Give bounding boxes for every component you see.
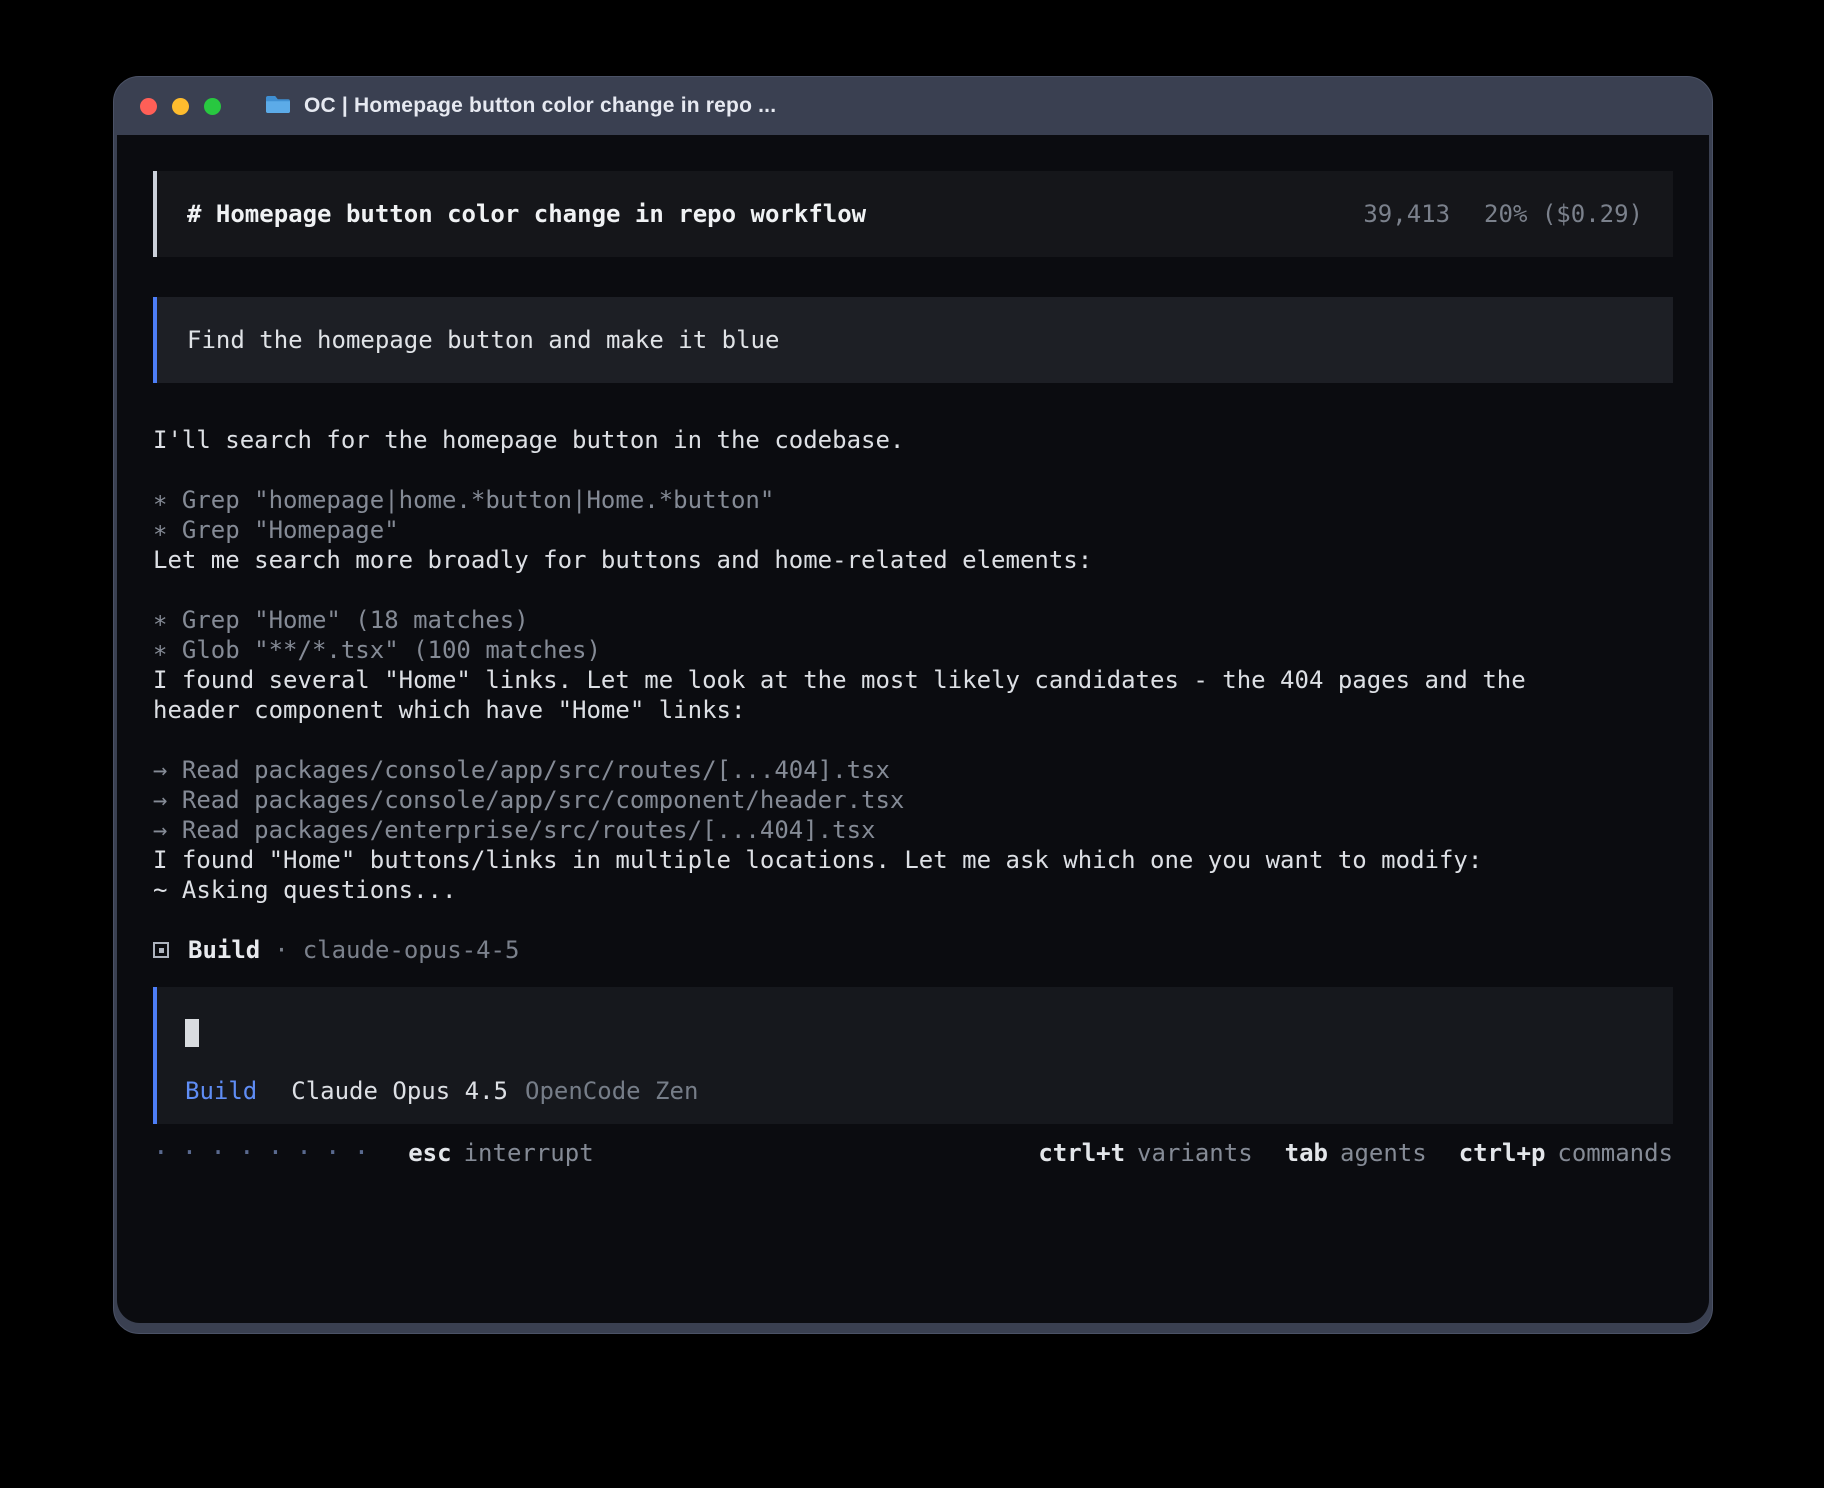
input-meta: Build Claude Opus 4.5 OpenCode Zen — [185, 1076, 1645, 1106]
shortcut-variants: ctrl+t variants — [1038, 1138, 1252, 1168]
assistant-text: Let me search more broadly for buttons a… — [153, 545, 1595, 575]
mode-label: Build — [185, 1076, 257, 1106]
session-stats: 39,413 20% ($0.29) — [1363, 199, 1643, 229]
provider-label: OpenCode Zen — [525, 1076, 698, 1106]
shortcut-agents: tab agents — [1285, 1138, 1427, 1168]
text-cursor — [185, 1019, 199, 1047]
user-message-text: Find the homepage button and make it blu… — [187, 326, 779, 354]
tool-call-group: ∗ Grep "Home" (18 matches) ∗ Glob "**/*.… — [153, 605, 1595, 665]
esc-label: interrupt — [464, 1138, 594, 1168]
status-bar-shortcuts: ctrl+t variants tab agents ctrl+p comman… — [1038, 1138, 1673, 1168]
tool-call-read: → Read packages/console/app/src/routes/[… — [153, 755, 1595, 785]
session-title: # Homepage button color change in repo w… — [187, 199, 866, 229]
shortcut-label: variants — [1137, 1138, 1253, 1168]
traffic-lights — [140, 98, 221, 115]
assistant-text: I found several "Home" links. Let me loo… — [153, 665, 1595, 725]
token-count: 39,413 — [1363, 199, 1450, 229]
prompt-input-line[interactable] — [185, 1019, 1645, 1047]
tool-call-read: → Read packages/console/app/src/componen… — [153, 785, 1595, 815]
assistant-text: I'll search for the homepage button in t… — [153, 425, 1595, 455]
shortcut-label: agents — [1340, 1138, 1427, 1168]
context-usage: 20% ($0.29) — [1484, 199, 1643, 229]
session-header: # Homepage button color change in repo w… — [153, 171, 1673, 257]
close-button[interactable] — [140, 98, 157, 115]
prompt-input[interactable]: Build Claude Opus 4.5 OpenCode Zen — [153, 987, 1673, 1124]
agent-name: Build — [188, 935, 260, 965]
tool-call-grep: ∗ Grep "Homepage" — [153, 515, 1595, 545]
tool-call-grep: ∗ Grep "Home" (18 matches) — [153, 605, 1595, 635]
tool-call-group: → Read packages/console/app/src/routes/[… — [153, 755, 1595, 845]
esc-key: esc — [408, 1138, 451, 1168]
status-bar: ········ esc interrupt ctrl+t variants t… — [153, 1138, 1673, 1168]
terminal-window: OC | Homepage button color change in rep… — [113, 76, 1713, 1334]
spinner-dots: ········ — [153, 1138, 382, 1168]
titlebar[interactable]: OC | Homepage button color change in rep… — [114, 77, 1712, 135]
minimize-button[interactable] — [172, 98, 189, 115]
status-text: ~ Asking questions... — [153, 875, 1595, 905]
model-label: Claude Opus 4.5 — [291, 1076, 508, 1106]
agent-icon — [153, 942, 169, 958]
shortcut-label: commands — [1557, 1138, 1673, 1168]
window-title: OC | Homepage button color change in rep… — [304, 94, 776, 118]
tool-call-group: ∗ Grep "homepage|home.*button|Home.*butt… — [153, 485, 1595, 545]
shortcut-key: ctrl+p — [1459, 1138, 1546, 1168]
shortcut-key: tab — [1285, 1138, 1328, 1168]
tool-call-glob: ∗ Glob "**/*.tsx" (100 matches) — [153, 635, 1595, 665]
shortcut-commands: ctrl+p commands — [1459, 1138, 1673, 1168]
agent-row: Build · claude-opus-4-5 — [153, 935, 1595, 965]
tool-call-read: → Read packages/enterprise/src/routes/[.… — [153, 815, 1595, 845]
conversation: I'll search for the homepage button in t… — [153, 425, 1595, 965]
agent-model: claude-opus-4-5 — [303, 935, 520, 965]
terminal-content: # Homepage button color change in repo w… — [117, 135, 1709, 1323]
shortcut-key: ctrl+t — [1038, 1138, 1125, 1168]
dot-separator: · — [274, 935, 288, 965]
status-bar-left: ········ esc interrupt — [153, 1138, 594, 1168]
tool-call-grep: ∗ Grep "homepage|home.*button|Home.*butt… — [153, 485, 1595, 515]
folder-icon — [265, 94, 291, 119]
assistant-text: I found "Home" buttons/links in multiple… — [153, 845, 1595, 875]
user-message: Find the homepage button and make it blu… — [153, 297, 1673, 383]
window-title-group: OC | Homepage button color change in rep… — [265, 94, 776, 119]
zoom-button[interactable] — [204, 98, 221, 115]
